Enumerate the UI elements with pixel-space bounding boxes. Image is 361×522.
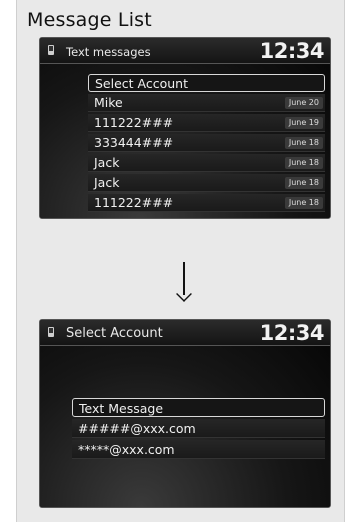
account-item[interactable]: *****@xxx.com (72, 440, 325, 459)
select-account-screen: Select Account 12:34 Text Message #####@… (39, 319, 331, 508)
list-item-label: *****@xxx.com (78, 442, 175, 457)
phone-icon (48, 327, 54, 337)
account-item-text-message[interactable]: Text Message (72, 398, 325, 417)
account-item[interactable]: #####@xxx.com (72, 419, 325, 438)
sender-label: Jack (94, 155, 120, 170)
message-item[interactable]: 111222### June 18 (88, 194, 325, 212)
text-messages-screen: Text messages 12:34 Select Account Mike … (39, 37, 331, 219)
list-item-label: Select Account (95, 76, 189, 91)
message-item[interactable]: Jack June 18 (88, 154, 325, 172)
message-item[interactable]: Jack June 18 (88, 174, 325, 192)
date-badge: June 18 (284, 177, 323, 189)
screen-title: Text messages (66, 45, 151, 59)
message-item[interactable]: Mike June 20 (88, 94, 325, 112)
sender-label: 111222### (94, 195, 174, 210)
sender-label: 111222### (94, 115, 174, 130)
clock: 12:34 (259, 321, 325, 345)
message-list: Select Account Mike June 20 111222### Ju… (88, 74, 325, 214)
page-title: Message List (27, 9, 152, 31)
list-item-label: #####@xxx.com (78, 421, 196, 436)
list-item-label: Text Message (79, 401, 164, 416)
sender-label: Jack (94, 175, 120, 190)
sender-label: Mike (94, 95, 123, 110)
account-list: Text Message #####@xxx.com *****@xxx.com (72, 398, 325, 461)
date-badge: June 20 (284, 97, 323, 109)
screen-title: Select Account (66, 326, 163, 341)
sender-label: 333444### (94, 135, 174, 150)
date-badge: June 18 (284, 137, 323, 149)
message-item[interactable]: 333444### June 18 (88, 134, 325, 152)
date-badge: June 19 (284, 117, 323, 129)
screen-title-bar: Text messages 12:34 (40, 38, 330, 64)
screen-title-bar: Select Account 12:34 (40, 320, 330, 346)
select-account-item[interactable]: Select Account (88, 74, 325, 92)
phone-icon (48, 45, 54, 55)
clock: 12:34 (259, 39, 325, 63)
date-badge: June 18 (284, 197, 323, 209)
message-item[interactable]: 111222### June 19 (88, 114, 325, 132)
date-badge: June 18 (284, 157, 323, 169)
